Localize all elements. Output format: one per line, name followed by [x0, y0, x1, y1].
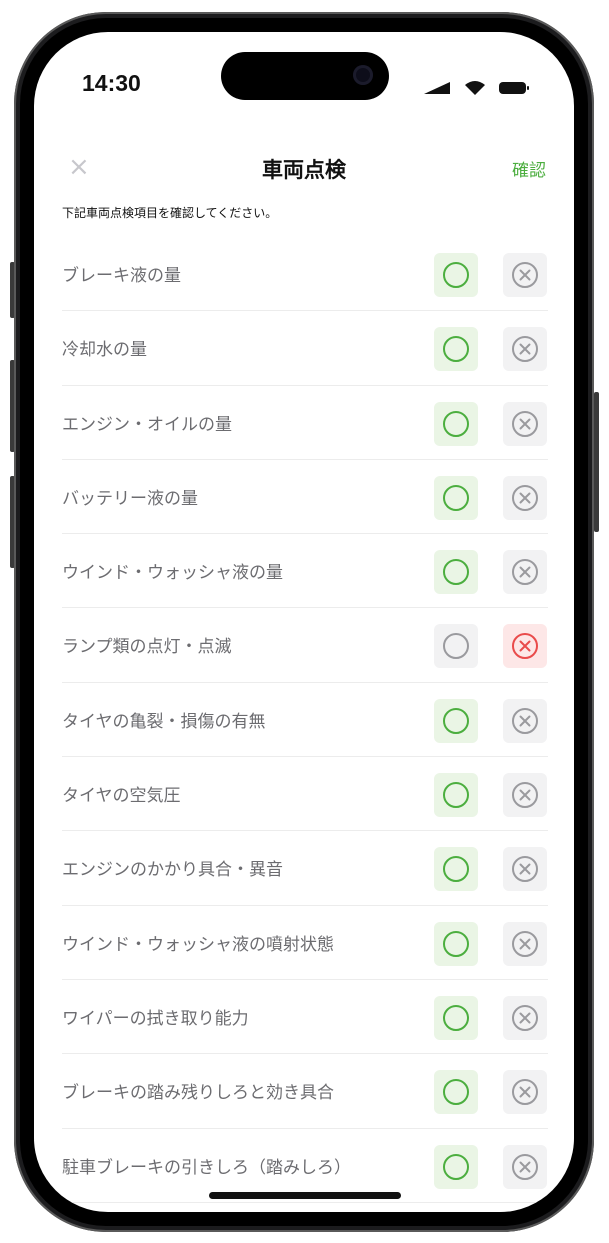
ok-circle-icon — [443, 856, 469, 883]
ng-button[interactable] — [503, 1144, 547, 1189]
inspection-row: ランプ類の点灯・点滅 — [62, 608, 548, 683]
ng-button[interactable] — [503, 921, 547, 966]
inspection-item-label: タイヤの空気圧 — [62, 786, 181, 807]
ng-cross-icon — [512, 707, 538, 734]
ng-cross-icon — [512, 633, 538, 660]
ng-button[interactable] — [503, 401, 547, 446]
instruction-text: 下記車両点検項目を確認してください。 — [62, 206, 278, 220]
ok-circle-icon — [443, 633, 469, 660]
cellular-signal-icon — [424, 82, 450, 94]
ng-button[interactable] — [503, 773, 547, 818]
ok-button[interactable] — [434, 327, 478, 372]
inspection-row: ウインド・ウォッシャ液の量 — [62, 534, 548, 609]
ok-button[interactable] — [434, 401, 478, 446]
ng-cross-icon — [512, 1004, 538, 1031]
ok-circle-icon — [443, 1153, 469, 1180]
inspection-row: バッテリー液の量 — [62, 460, 548, 535]
inspection-row: ブレーキ液の量 — [62, 237, 548, 312]
ok-button[interactable] — [434, 995, 478, 1040]
ng-cross-icon — [512, 410, 538, 437]
camera-icon — [353, 65, 373, 85]
confirm-button[interactable]: 確認 — [512, 156, 546, 181]
ng-button[interactable] — [503, 550, 547, 595]
ng-cross-icon — [512, 930, 538, 957]
inspection-item-label: ブレーキ液の量 — [62, 266, 181, 286]
ok-button[interactable] — [434, 921, 478, 966]
ok-button[interactable] — [434, 1070, 478, 1115]
ok-button[interactable] — [434, 475, 478, 520]
inspection-item-label: ランプ類の点灯・点滅 — [62, 637, 232, 658]
battery-icon — [499, 82, 529, 94]
dynamic-island — [221, 52, 389, 100]
ok-circle-icon — [443, 930, 469, 957]
status-icons — [422, 80, 530, 96]
ng-cross-icon — [512, 262, 538, 288]
ng-cross-icon — [512, 1153, 538, 1180]
ng-cross-icon — [512, 559, 538, 586]
inspection-item-label: 冷却水の量 — [62, 340, 147, 361]
inspection-row: ウインド・ウォッシャ液の噴射状態 — [62, 906, 548, 980]
ok-circle-icon — [443, 262, 469, 288]
ng-cross-icon — [512, 336, 538, 363]
ok-button[interactable] — [434, 253, 478, 297]
inspection-item-label: エンジン・オイルの量 — [62, 414, 232, 435]
ng-button[interactable] — [503, 847, 547, 892]
inspection-item-label: ブレーキの踏み残りしろと効き具合 — [62, 1083, 334, 1104]
ng-button[interactable] — [503, 995, 547, 1040]
navigation-bar: × 車両点検 確認 — [34, 142, 574, 202]
inspection-row: ブレーキの踏み残りしろと効き具合 — [62, 1054, 548, 1129]
page-title: 車両点検 — [262, 158, 346, 182]
inspection-item-label: ワイパーの拭き取り能力 — [62, 1008, 249, 1029]
ng-cross-icon — [512, 856, 538, 883]
status-time: 14:30 — [82, 70, 141, 96]
ok-button[interactable] — [434, 1144, 478, 1189]
ok-circle-icon — [443, 707, 469, 734]
power-button[interactable] — [594, 392, 599, 532]
ok-button[interactable] — [434, 698, 478, 743]
inspection-list: ブレーキ液の量 冷却水の量エンジン・オイルの量 バッテリー液の量ウインド・ウォッシャ… — [62, 237, 548, 1203]
ng-button[interactable] — [503, 1070, 547, 1115]
screen: 14:30 × 車両点検 確認 下記車両点検項目を確認してください。 ブレーキ液… — [34, 32, 574, 1212]
ok-circle-icon — [443, 336, 469, 363]
ng-button[interactable] — [503, 475, 547, 520]
ng-button[interactable] — [503, 327, 547, 372]
ng-cross-icon — [512, 782, 538, 809]
ok-button[interactable] — [434, 847, 478, 892]
inspection-item-label: ウインド・ウォッシャ液の量 — [62, 563, 283, 584]
ok-circle-icon — [443, 410, 469, 437]
inspection-item-label: 駐車ブレーキの引きしろ（踏みしろ） — [62, 1157, 351, 1178]
ok-button[interactable] — [434, 773, 478, 818]
ng-button[interactable] — [503, 698, 547, 743]
ng-cross-icon — [512, 484, 538, 511]
ok-button[interactable] — [434, 624, 478, 669]
ng-button[interactable] — [503, 253, 547, 297]
inspection-row: ワイパーの拭き取り能力 — [62, 980, 548, 1055]
inspection-item-label: バッテリー液の量 — [62, 488, 198, 509]
ok-circle-icon — [443, 1004, 469, 1031]
wifi-icon — [465, 81, 485, 95]
ok-circle-icon — [443, 559, 469, 586]
inspection-item-label: エンジンのかかり具合・異音 — [62, 860, 283, 881]
ok-circle-icon — [443, 1079, 469, 1106]
phone-frame: 14:30 × 車両点検 確認 下記車両点検項目を確認してください。 ブレーキ液… — [14, 12, 594, 1232]
ok-button[interactable] — [434, 550, 478, 595]
home-indicator[interactable] — [209, 1192, 401, 1199]
inspection-item-label: タイヤの亀裂・損傷の有無 — [62, 711, 266, 732]
inspection-row: エンジン・オイルの量 — [62, 386, 548, 460]
ok-circle-icon — [443, 782, 469, 809]
inspection-item-label: ウインド・ウォッシャ液の噴射状態 — [62, 934, 334, 955]
inspection-row: エンジンのかかり具合・異音 — [62, 831, 548, 906]
inspection-row: タイヤの空気圧 — [62, 757, 548, 832]
inspection-row: 冷却水の量 — [62, 311, 548, 386]
ng-cross-icon — [512, 1079, 538, 1106]
status-bar: 14:30 — [34, 32, 574, 132]
ng-button[interactable] — [503, 624, 547, 669]
inspection-row: タイヤの亀裂・損傷の有無 — [62, 683, 548, 758]
ok-circle-icon — [443, 484, 469, 511]
